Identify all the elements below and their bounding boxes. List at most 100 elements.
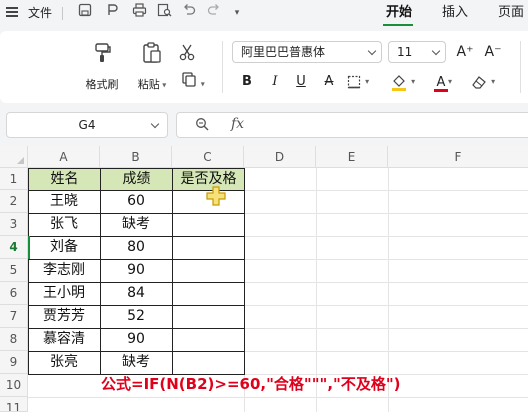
table-cell-name[interactable]: 贾芳芳 xyxy=(28,305,100,328)
row-header-7[interactable]: 7 xyxy=(0,305,28,328)
chevron-down-icon[interactable]: ▾ xyxy=(365,77,369,86)
shrink-font-button[interactable]: A⁻ xyxy=(482,41,504,63)
active-tab-indicator xyxy=(383,24,413,26)
table-divider xyxy=(28,282,245,283)
cut-button[interactable] xyxy=(176,43,198,64)
divider xyxy=(222,41,223,93)
cell-cursor-icon xyxy=(205,185,227,207)
table-cell-pass[interactable] xyxy=(172,328,244,351)
table-cell-pass[interactable] xyxy=(172,351,244,374)
spreadsheet-grid[interactable]: A B C D E F 1 2 3 4 5 6 7 8 9 10 11 姓名 成… xyxy=(0,146,528,412)
table-header-name[interactable]: 姓名 xyxy=(29,169,100,190)
table-cell-pass[interactable] xyxy=(172,259,244,282)
row-header-11[interactable]: 11 xyxy=(0,397,28,412)
hamburger-menu-icon[interactable] xyxy=(6,3,20,23)
column-header-a[interactable]: A xyxy=(28,146,100,168)
bold-button[interactable]: B xyxy=(238,71,256,93)
column-header-c[interactable]: C xyxy=(172,146,244,168)
table-cell-score[interactable]: 52 xyxy=(100,305,172,328)
table-cell-score[interactable]: 90 xyxy=(100,259,172,282)
table-cell-name[interactable]: 慕容清 xyxy=(28,328,100,351)
table-cell-name[interactable]: 刘备 xyxy=(28,236,100,259)
strikethrough-button[interactable]: A xyxy=(320,71,338,93)
menu-bar: 文件 ▾ 开始 插入 页面 xyxy=(0,0,528,27)
row-header-9[interactable]: 9 xyxy=(0,351,28,374)
tab-home[interactable]: 开始 xyxy=(386,3,412,23)
column-header-b[interactable]: B xyxy=(100,146,172,168)
table-cell-score[interactable]: 90 xyxy=(100,328,172,351)
table-cell-pass[interactable] xyxy=(172,282,244,305)
file-menu[interactable]: 文件 xyxy=(28,3,52,23)
row-header-1[interactable]: 1 xyxy=(0,168,28,190)
font-family-select[interactable]: 阿里巴巴普惠体 xyxy=(232,41,382,63)
row-header-5[interactable]: 5 xyxy=(0,259,28,282)
border-button[interactable]: ▾ xyxy=(346,71,370,93)
table-cell-name[interactable]: 李志刚 xyxy=(28,259,100,282)
table-divider xyxy=(172,168,173,375)
column-header-e[interactable]: E xyxy=(316,146,388,168)
copy-button[interactable]: ▾ xyxy=(176,71,210,90)
copy-icon xyxy=(181,72,201,90)
row-header-10[interactable]: 10 xyxy=(0,374,28,397)
table-cell-score[interactable]: 60 xyxy=(100,190,172,213)
table-cell-score[interactable]: 缺考 xyxy=(100,213,172,236)
fill-color-button[interactable]: ▾ xyxy=(388,71,418,93)
table-cell-name[interactable]: 张飞 xyxy=(28,213,100,236)
clear-format-button[interactable]: ▾ xyxy=(468,71,498,93)
paste-button[interactable]: 粘贴 ▾ xyxy=(130,41,174,92)
column-header-d[interactable]: D xyxy=(244,146,316,168)
table-cell-score[interactable]: 缺考 xyxy=(100,351,172,374)
table-cell-pass[interactable] xyxy=(172,213,244,236)
column-header-f[interactable]: F xyxy=(388,146,528,168)
redo-icon[interactable] xyxy=(205,3,223,23)
cell-reference: G4 xyxy=(78,118,96,132)
quick-access-dropdown-icon[interactable]: ▾ xyxy=(228,3,246,23)
chevron-down-icon[interactable]: ▾ xyxy=(491,77,495,86)
table-header-score[interactable]: 成绩 xyxy=(101,169,172,190)
select-all-corner[interactable] xyxy=(0,146,28,168)
row-header-8[interactable]: 8 xyxy=(0,328,28,351)
table-divider xyxy=(28,213,245,214)
formula-bar[interactable]: fx xyxy=(176,112,528,138)
table-divider xyxy=(28,305,245,306)
function-icon[interactable]: fx xyxy=(231,116,244,132)
italic-button[interactable]: I xyxy=(266,71,284,93)
font-size-select[interactable]: 11 xyxy=(388,41,446,63)
undo-icon[interactable] xyxy=(180,3,198,23)
name-box[interactable]: G4 xyxy=(6,112,168,138)
chevron-down-icon[interactable]: ▾ xyxy=(448,77,452,86)
table-cell-pass[interactable] xyxy=(172,305,244,328)
table-divider xyxy=(28,351,245,352)
font-size-value: 11 xyxy=(397,45,413,59)
print-icon[interactable] xyxy=(130,3,148,23)
font-color-button[interactable]: A ▾ xyxy=(428,71,458,93)
table-cell-score[interactable]: 84 xyxy=(100,282,172,305)
table-cell-pass[interactable] xyxy=(172,236,244,259)
table-cell-name[interactable]: 王小明 xyxy=(28,282,100,305)
row-header-4[interactable]: 4 xyxy=(0,236,28,259)
eraser-icon xyxy=(471,75,491,90)
font-color-icon: A xyxy=(433,72,448,94)
divider xyxy=(62,7,63,20)
export-pdf-icon[interactable] xyxy=(104,3,122,23)
print-preview-icon[interactable] xyxy=(155,3,173,23)
row-header-6[interactable]: 6 xyxy=(0,282,28,305)
chevron-down-icon[interactable]: ▾ xyxy=(160,81,166,90)
row-header-2[interactable]: 2 xyxy=(0,190,28,213)
tab-insert[interactable]: 插入 xyxy=(442,3,468,23)
table-divider xyxy=(100,168,101,375)
row-header-3[interactable]: 3 xyxy=(0,213,28,236)
format-painter-button[interactable]: 格式刷 xyxy=(80,41,124,92)
chevron-down-icon[interactable] xyxy=(150,119,160,129)
paste-icon xyxy=(140,41,164,68)
table-cell-name[interactable]: 王晓 xyxy=(28,190,100,213)
grow-font-button[interactable]: A⁺ xyxy=(454,41,476,63)
underline-button[interactable]: U xyxy=(292,71,310,93)
table-cell-name[interactable]: 张亮 xyxy=(28,351,100,374)
zoom-search-icon[interactable] xyxy=(195,117,209,135)
save-icon[interactable] xyxy=(76,3,94,23)
table-cell-score[interactable]: 80 xyxy=(100,236,172,259)
tab-page-layout[interactable]: 页面 xyxy=(498,3,524,23)
chevron-down-icon[interactable]: ▾ xyxy=(201,80,205,89)
chevron-down-icon[interactable]: ▾ xyxy=(411,77,415,86)
